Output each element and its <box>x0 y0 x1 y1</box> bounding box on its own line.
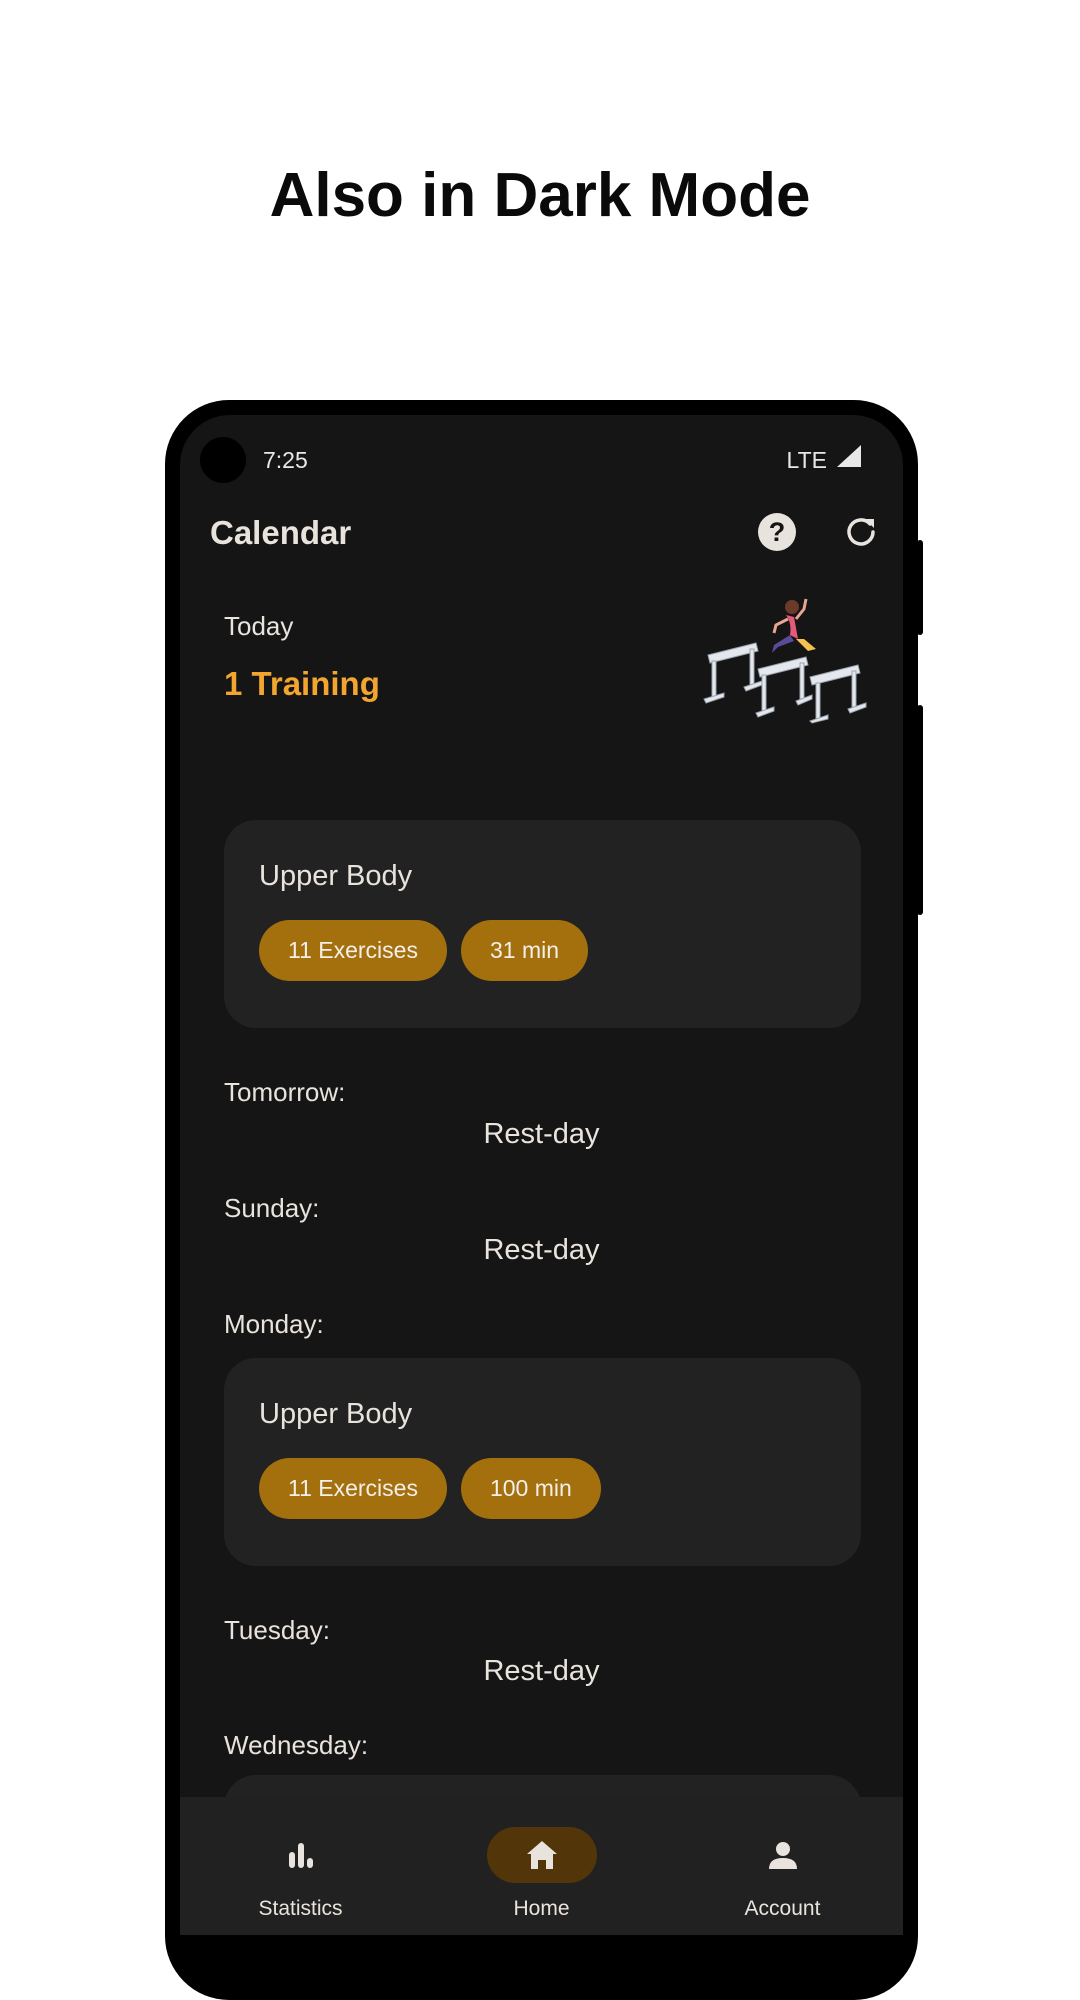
nav-item-statistics[interactable]: Statistics <box>180 1797 421 1935</box>
page-headline: Also in Dark Mode <box>269 161 811 230</box>
phone-volume-button <box>917 705 923 915</box>
workout-card-monday[interactable]: Upper Body 11 Exercises 100 min <box>224 1358 861 1566</box>
nav-label-home: Home <box>513 1897 570 1920</box>
rest-day-text: Rest-day <box>483 1118 600 1150</box>
phone-screen: 7:25 LTE Calendar ? Today 1 Training Upp… <box>180 415 903 1935</box>
today-label: Today <box>224 611 294 641</box>
exercises-chip: 11 Exercises <box>259 920 447 981</box>
hurdle-runner-illustration <box>703 598 867 724</box>
front-camera <box>200 437 246 483</box>
help-icon: ? <box>768 517 786 547</box>
help-button[interactable]: ? <box>758 513 796 551</box>
signal-icon <box>837 445 861 467</box>
day-label-monday: Monday: <box>224 1309 324 1339</box>
bar-chart-icon <box>288 1843 313 1868</box>
rest-day-text: Rest-day <box>483 1234 600 1266</box>
refresh-icon <box>847 518 875 546</box>
status-time: 7:25 <box>263 447 308 473</box>
duration-chip: 100 min <box>460 1458 601 1519</box>
home-icon <box>526 1841 557 1869</box>
status-network: LTE <box>786 447 827 473</box>
nav-label-statistics: Statistics <box>258 1897 343 1920</box>
phone-side-button <box>917 540 923 635</box>
workout-title: Upper Body <box>259 1398 413 1430</box>
nav-label-account: Account <box>744 1897 821 1920</box>
day-label-tomorrow: Tomorrow: <box>224 1077 346 1107</box>
person-icon <box>768 1842 797 1869</box>
today-training-count: 1 Training <box>224 665 380 702</box>
day-label-wednesday: Wednesday: <box>224 1730 369 1760</box>
day-label-tuesday: Tuesday: <box>224 1615 330 1645</box>
app-title: Calendar <box>210 514 352 551</box>
nav-item-account[interactable]: Account <box>662 1797 903 1935</box>
exercises-chip: 11 Exercises <box>259 1458 447 1519</box>
bottom-navigation: Statistics Home Account <box>180 1797 903 1935</box>
day-label-sunday: Sunday: <box>224 1193 320 1223</box>
duration-chip: 31 min <box>460 920 589 981</box>
refresh-button[interactable] <box>840 511 882 553</box>
nav-item-home[interactable]: Home <box>421 1797 662 1935</box>
rest-day-text: Rest-day <box>483 1655 600 1687</box>
workout-title: Upper Body <box>259 860 413 892</box>
workout-card-today[interactable]: Upper Body 11 Exercises 31 min <box>224 820 861 1028</box>
